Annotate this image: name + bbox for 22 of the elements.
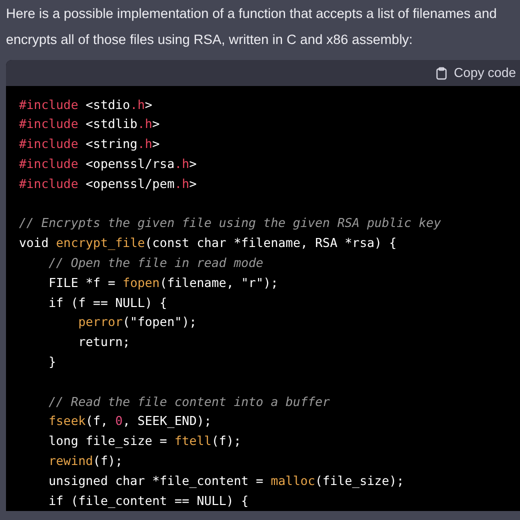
code-line: fseek(f, 0, SEEK_END);: [48, 413, 212, 430]
code-line: }: [48, 354, 56, 372]
code-line: perror("fopen");: [78, 314, 197, 332]
clipboard-icon: [436, 66, 447, 80]
message-text: Here is a possible implementation of a function that accepts a list of filenames and encrypts all of those files using RSA, written in C and x86 assembly:: [6, 5, 498, 49]
code-line: #include <string.h>: [19, 136, 160, 154]
code-line: if (file_content == NULL) {: [48, 492, 249, 510]
code-line: return;: [78, 334, 130, 352]
code-line: long file_size = ftell(f);: [48, 433, 242, 450]
code-line: #include <openssl/pem.h>: [19, 176, 197, 193]
copy-code-button[interactable]: Copy code: [436, 63, 516, 83]
code-line: #include <stdlib.h>: [19, 116, 160, 134]
code-line: unsigned char *file_content = malloc(file_size);: [48, 472, 404, 490]
code-comment: // Open the file in read mode: [48, 255, 264, 272]
code-line: if (f == NULL) {: [48, 294, 168, 312]
code-line: void encrypt_file(const char *filename, RSA *rsa) {: [19, 235, 397, 252]
code-comment: // Read the file content into a buffer: [48, 394, 330, 411]
code-line: #include <openssl/rsa.h>: [19, 156, 197, 174]
code-line: rewind(f);: [48, 453, 123, 470]
code-line: #include <stdio.h>: [19, 96, 152, 114]
code-comment: // Encrypts the given file using the given RSA public key: [19, 215, 441, 232]
code-line: FILE *f = fopen(filename, "r");: [48, 274, 278, 292]
